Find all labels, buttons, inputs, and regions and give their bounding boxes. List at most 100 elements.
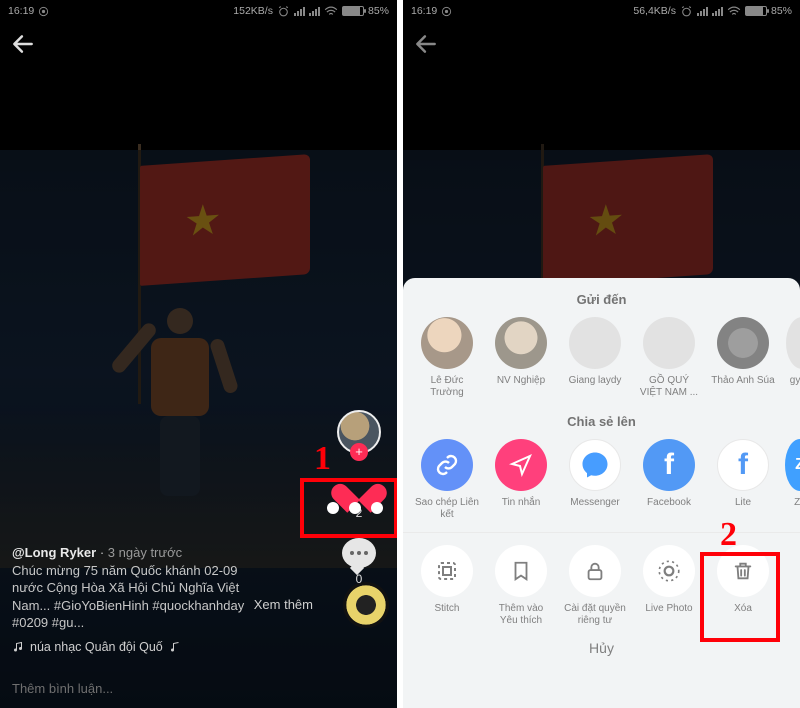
action-stitch[interactable]: Stitch	[415, 545, 479, 626]
contact-item[interactable]: Giang laydy	[563, 317, 627, 398]
avatar	[786, 317, 800, 369]
status-time: 16:19	[411, 5, 437, 17]
highlight-box-1	[300, 478, 397, 538]
contact-name: NV Nghiệp	[497, 375, 545, 387]
messenger-icon	[569, 439, 621, 491]
battery-icon	[342, 6, 364, 16]
action-label: Thêm vào Yêu thích	[489, 603, 553, 626]
divider	[403, 532, 800, 533]
back-icon[interactable]	[10, 31, 36, 57]
music-marquee[interactable]: núa nhạc Quân đội Quố	[12, 640, 181, 654]
username[interactable]: @Long Ryker	[12, 545, 96, 560]
signal-icon-2	[309, 7, 320, 16]
contact-item[interactable]: NV Nghiệp	[489, 317, 553, 398]
topbar	[0, 22, 397, 66]
share-row[interactable]: Sao chép Liên kết Tin nhắn Messenger f Fa…	[403, 439, 800, 520]
share-copy-link[interactable]: Sao chép Liên kết	[415, 439, 479, 520]
action-label: Cài đặt quyền riêng tư	[563, 603, 627, 626]
share-label: Messenger	[570, 497, 619, 509]
post-date: 3 ngày trước	[108, 545, 182, 560]
share-dm[interactable]: Tin nhắn	[489, 439, 553, 520]
caption: @Long Ryker · 3 ngày trước Chúc mừng 75 …	[12, 544, 317, 632]
share-zalo[interactable]: Z Za	[785, 439, 800, 520]
share-fb-lite[interactable]: f Lite	[711, 439, 775, 520]
caption-line: nước Cộng Hòa Xã Hội Chủ Nghĩa Việt	[12, 579, 317, 597]
alarm-icon	[277, 5, 290, 18]
contact-name: GỒ QUÝ VIỆT NAM ...	[637, 375, 701, 398]
facebook-icon: f	[643, 439, 695, 491]
topbar	[403, 22, 800, 66]
zalo-icon: Z	[785, 439, 800, 491]
music-note-icon	[169, 641, 181, 653]
status-time: 16:19	[8, 5, 34, 17]
share-facebook[interactable]: f Facebook	[637, 439, 701, 520]
contact-item[interactable]: Lê Đức Trường	[415, 317, 479, 398]
avatar	[643, 317, 695, 369]
music-title: núa nhạc Quân đội Quố	[30, 640, 163, 654]
facebook-lite-icon: f	[717, 439, 769, 491]
share-label: Facebook	[647, 497, 691, 509]
action-favorite[interactable]: Thêm vào Yêu thích	[489, 545, 553, 626]
status-speed: 152KB/s	[233, 5, 273, 17]
avatar	[569, 317, 621, 369]
contact-item[interactable]: GỒ QUÝ VIỆT NAM ...	[637, 317, 701, 398]
wifi-icon	[727, 6, 741, 17]
action-privacy[interactable]: Cài đặt quyền riêng tư	[563, 545, 627, 626]
author-avatar[interactable]	[337, 410, 381, 454]
signal-icon-2	[712, 7, 723, 16]
highlight-box-2	[700, 552, 780, 642]
action-live-photo[interactable]: Live Photo	[637, 545, 701, 626]
video-area[interactable]: ★ 2 0 @Long Ryker · 3 ngày trước Chúc mừ…	[0, 150, 397, 708]
phone-left: 16:19 152KB/s 85% ★ 2	[0, 0, 397, 708]
status-speed: 56,4KB/s	[633, 5, 676, 17]
status-bar: 16:19 56,4KB/s 85%	[403, 0, 800, 22]
share-label: Sao chép Liên kết	[415, 497, 479, 520]
avatar	[717, 317, 769, 369]
stitch-icon	[421, 545, 473, 597]
contacts-row[interactable]: Lê Đức Trường NV Nghiệp Giang laydy GỒ Q…	[403, 317, 800, 398]
comment-button[interactable]: 0	[342, 538, 376, 586]
alarm-icon	[680, 5, 693, 18]
live-photo-icon	[643, 545, 695, 597]
share-messenger[interactable]: Messenger	[563, 439, 627, 520]
action-label: Live Photo	[645, 603, 692, 615]
contact-item[interactable]: gymp	[785, 317, 800, 398]
avatar	[421, 317, 473, 369]
caption-line: #0209 #gu...	[12, 614, 317, 632]
chrome-icon	[38, 6, 49, 17]
contact-name: Lê Đức Trường	[415, 375, 479, 398]
contact-name: Thảo Anh Súa	[711, 375, 774, 387]
signal-icon	[294, 7, 305, 16]
share-to-title: Chia sẻ lên	[403, 414, 800, 429]
cancel-button[interactable]: Hủy	[403, 640, 800, 656]
caption-line: Chúc mừng 75 năm Quốc khánh 02-09	[12, 562, 317, 580]
add-comment-input[interactable]: Thêm bình luận...	[12, 681, 113, 696]
battery-icon	[745, 6, 767, 16]
sound-disc[interactable]	[343, 582, 389, 628]
status-bar: 16:19 152KB/s 85%	[0, 0, 397, 22]
share-label: Lite	[735, 497, 751, 509]
signal-icon	[697, 7, 708, 16]
step-marker-1: 1	[314, 440, 331, 478]
lock-icon	[569, 545, 621, 597]
contact-item[interactable]: Thảo Anh Súa	[711, 317, 775, 398]
contact-name: Giang laydy	[569, 375, 622, 387]
avatar	[495, 317, 547, 369]
back-icon[interactable]	[413, 31, 439, 57]
step-marker-2: 2	[720, 516, 737, 554]
share-sheet: Gửi đến Lê Đức Trường NV Nghiệp Giang la…	[403, 278, 800, 708]
more-options-button[interactable]	[327, 502, 383, 514]
battery-pct: 85%	[771, 5, 792, 17]
see-more[interactable]: Xem thêm	[254, 597, 313, 612]
chrome-icon	[441, 6, 452, 17]
share-label: Tin nhắn	[502, 497, 541, 509]
send-to-title: Gửi đến	[403, 292, 800, 307]
share-label: Za	[794, 497, 800, 509]
music-note-icon	[12, 641, 24, 653]
battery-pct: 85%	[368, 5, 389, 17]
send-icon	[495, 439, 547, 491]
contact-name: gymp	[790, 375, 800, 387]
wifi-icon	[324, 6, 338, 17]
action-label: Stitch	[434, 603, 459, 615]
link-icon	[421, 439, 473, 491]
